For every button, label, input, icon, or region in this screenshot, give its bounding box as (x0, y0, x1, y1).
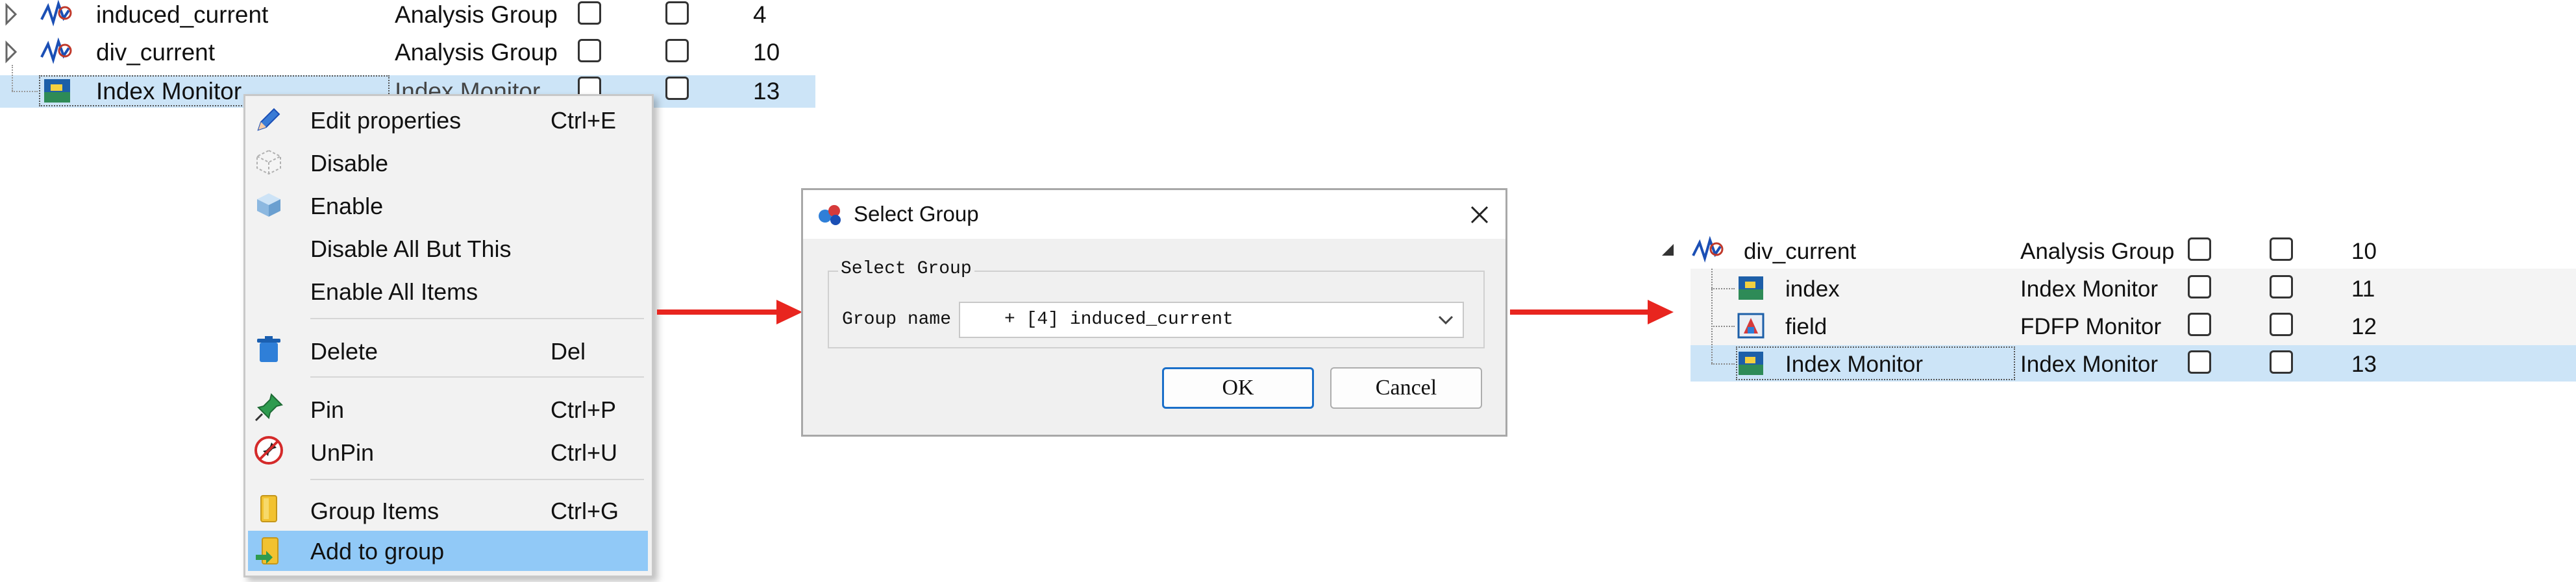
cancel-button[interactable]: Cancel (1330, 367, 1482, 409)
row-checkbox-2[interactable] (2270, 237, 2293, 261)
row-name: index (1785, 276, 1840, 302)
menu-item-shortcut: Ctrl+P (551, 396, 617, 423)
row-id: 13 (753, 78, 780, 104)
pencil-icon (257, 108, 280, 131)
row-checkbox-1[interactable] (578, 1, 601, 25)
unpin-icon (254, 436, 283, 465)
menu-item-label: Group Items (310, 498, 440, 524)
tree-branch-line (1711, 269, 1713, 363)
row-checkbox-2[interactable] (665, 77, 689, 100)
row-checkbox-1[interactable] (2188, 350, 2211, 374)
select-group-dialog: Select Group Select Group Group name + [… (801, 188, 1507, 437)
row-checkbox-2[interactable] (665, 39, 689, 62)
row-type: Index Monitor (2020, 276, 2159, 302)
row-checkbox-1[interactable] (2188, 275, 2211, 298)
analysis-group-icon (40, 38, 72, 64)
row-type: Index Monitor (2020, 352, 2159, 377)
menu-item-label: UnPin (310, 439, 375, 466)
row-id: 10 (2351, 239, 2377, 264)
row-name: induced_current (96, 1, 269, 28)
menu-item-label: Disable (310, 150, 389, 176)
dropdown-selected-value: + [4] induced_current (1004, 309, 1233, 330)
expand-arrow-icon[interactable] (4, 40, 19, 64)
disable-cube-icon (256, 149, 281, 175)
tree-branch-line (1711, 326, 1735, 327)
add-to-group-icon (256, 537, 279, 564)
row-id: 4 (753, 1, 767, 28)
menu-item-shortcut: Ctrl+E (551, 107, 617, 134)
app-logo-icon (819, 205, 841, 225)
row-name: div_current (1744, 239, 1857, 264)
trash-icon (257, 336, 280, 362)
row-type: Analysis Group (2020, 239, 2175, 264)
menu-item-shortcut: Ctrl+G (551, 498, 619, 524)
row-checkbox-2[interactable] (2270, 275, 2293, 298)
row-name: field (1785, 314, 1827, 339)
index-monitor-icon (44, 79, 70, 103)
chevron-down-icon (1438, 315, 1454, 325)
row-type: Analysis Group (395, 39, 558, 66)
menu-item-label: Edit properties (310, 107, 462, 134)
row-checkbox-2[interactable] (2270, 350, 2293, 374)
analysis-group-icon (1692, 236, 1724, 263)
menu-separator (310, 479, 644, 480)
row-type: Analysis Group (395, 1, 558, 28)
menu-separator (310, 318, 644, 319)
analysis-group-icon (40, 0, 72, 27)
collapse-arrow-icon[interactable] (1659, 241, 1676, 258)
menu-item-label: Pin (310, 396, 345, 423)
menu-item-shortcut: Ctrl+U (551, 439, 618, 466)
groupbox-label: Select Group (838, 260, 974, 278)
expand-arrow-icon[interactable] (4, 3, 19, 26)
menu-item-label: Enable All Items (310, 278, 478, 305)
group-icon (260, 495, 277, 522)
row-id: 11 (2351, 276, 2375, 302)
tree-branch-line (1711, 363, 1735, 365)
row-checkbox-1[interactable] (578, 39, 601, 62)
tree-branch-line (1711, 288, 1735, 289)
row-name: Index Monitor (96, 78, 242, 104)
menu-item-label: Disable All But This (310, 236, 512, 262)
row-name: Index Monitor (1785, 352, 1924, 377)
row-checkbox-1[interactable] (2188, 313, 2211, 336)
row-id: 10 (753, 39, 780, 66)
tree-branch-line (12, 91, 38, 93)
close-icon[interactable] (1468, 203, 1491, 226)
row-name: div_current (96, 39, 216, 66)
dialog-titlebar: Select Group (803, 190, 1505, 239)
pin-icon (254, 393, 283, 422)
menu-separator (310, 376, 644, 378)
row-checkbox-2[interactable] (665, 1, 689, 25)
row-id: 13 (2351, 352, 2377, 377)
menu-item-label: Delete (310, 338, 378, 365)
row-type: FDFP Monitor (2020, 314, 2162, 339)
fdfp-monitor-icon (1737, 313, 1765, 339)
menu-item-label: Enable (310, 193, 384, 219)
menu-item-add-to-group[interactable]: Add to group (248, 531, 648, 571)
enable-cube-icon (257, 193, 280, 217)
row-id: 12 (2351, 314, 2377, 339)
group-name-dropdown[interactable]: + [4] induced_current (959, 302, 1464, 338)
menu-item-shortcut: Del (551, 338, 586, 365)
tree-branch-line (12, 65, 14, 91)
menu-item-label: Add to group (310, 538, 445, 564)
row-checkbox-2[interactable] (2270, 313, 2293, 336)
ok-button[interactable]: OK (1162, 367, 1314, 409)
dialog-title: Select Group (854, 202, 979, 226)
group-name-label: Group name (842, 309, 952, 330)
row-checkbox-1[interactable] (2188, 237, 2211, 261)
index-monitor-icon (1739, 276, 1763, 300)
index-monitor-icon (1739, 352, 1763, 375)
context-menu: Edit properties Ctrl+E Disable Enable Di… (243, 94, 654, 577)
